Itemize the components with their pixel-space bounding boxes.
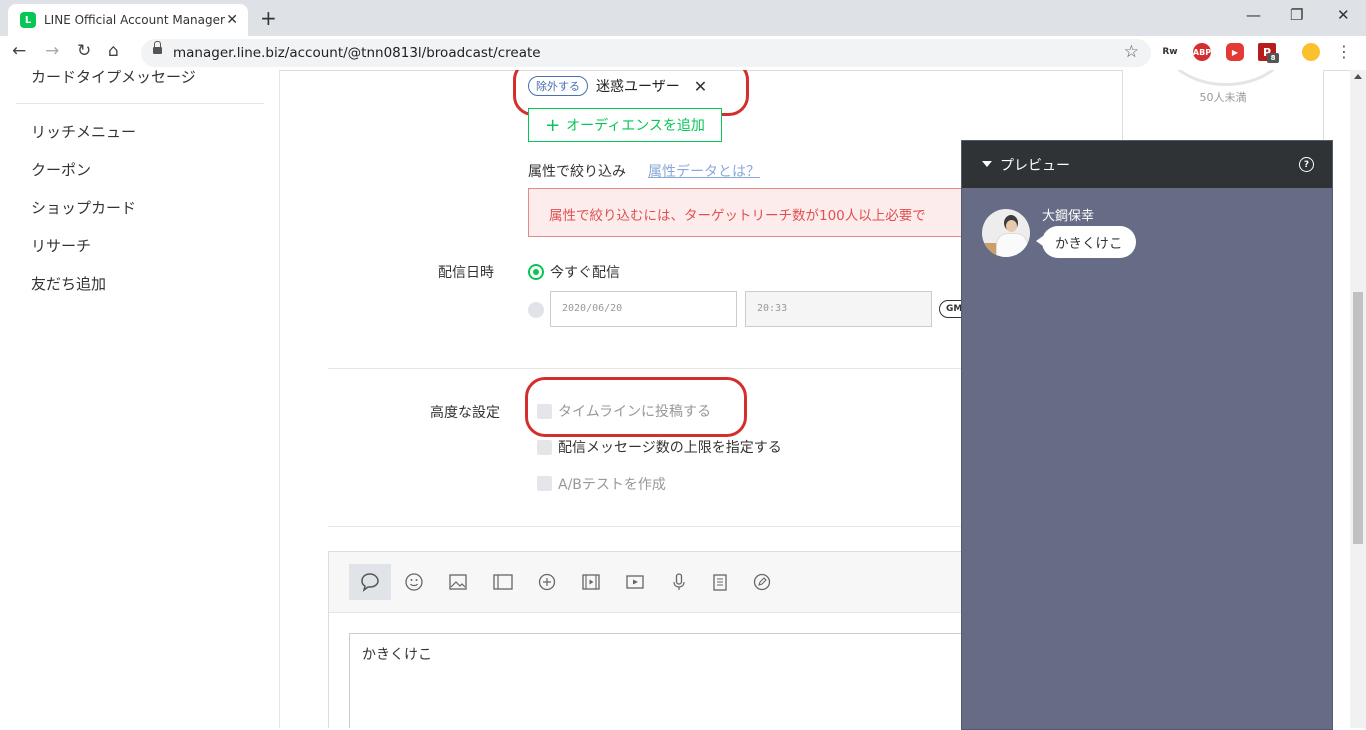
reach-text: 50人未満 <box>1199 91 1247 104</box>
url-text: manager.line.biz/account/@tnn0813l/broad… <box>173 45 541 61</box>
video-ext-icon[interactable]: ▶ <box>1226 43 1244 61</box>
browser-toolbar: ← → ↻ ⌂ manager.line.biz/account/@tnn081… <box>0 36 1366 71</box>
ab-test-label: A/Bテストを作成 <box>558 477 666 493</box>
back-icon[interactable]: ← <box>12 41 26 61</box>
message-limit-label: 配信メッセージ数の上限を指定する <box>558 440 782 456</box>
reach-gauge <box>1163 70 1289 86</box>
lock-icon <box>153 41 162 55</box>
forward-icon[interactable]: → <box>45 41 59 61</box>
attribute-data-link[interactable]: 属性データとは？ <box>648 161 760 181</box>
reach-stat-card: 50人未満 <box>1122 70 1324 141</box>
sidebar-divider <box>16 103 264 104</box>
message-limit-checkbox[interactable] <box>537 440 552 455</box>
voice-icon[interactable] <box>669 572 689 592</box>
p-ext-badge: 8 <box>1267 53 1279 63</box>
rich-message-icon[interactable] <box>752 572 772 592</box>
attribute-filter-label: 属性で絞り込み <box>528 164 626 180</box>
reload-icon[interactable]: ↻ <box>77 41 91 61</box>
reach-alert: 属性で絞り込むには、ターゲットリーチ数が100人以上必要で <box>528 188 968 237</box>
advanced-label: 高度な設定 <box>430 405 500 421</box>
home-icon[interactable]: ⌂ <box>108 41 119 61</box>
browser-tab[interactable]: L LINE Official Account Manager ✕ <box>8 4 248 36</box>
adblock-icon[interactable]: ABP <box>1193 43 1211 61</box>
send-now-label: 今すぐ配信 <box>550 265 620 281</box>
page-scrollbar[interactable] <box>1350 70 1366 728</box>
avatar <box>982 209 1030 257</box>
editor-toolbar <box>329 552 1007 613</box>
sidebar-item-card-message[interactable]: カードタイプメッセージ <box>31 70 196 87</box>
ab-test-checkbox[interactable] <box>537 476 552 491</box>
collapse-caret-icon[interactable] <box>982 161 992 167</box>
schedule-label: 配信日時 <box>438 265 494 281</box>
tab-title: LINE Official Account Manager <box>44 13 225 27</box>
message-textarea[interactable]: かきくけこ <box>349 633 989 728</box>
help-icon[interactable]: ? <box>1299 157 1314 172</box>
sidebar-item-add-friends[interactable]: 友だち追加 <box>31 273 106 294</box>
menu-kebab-icon[interactable]: ⋮ <box>1336 42 1352 61</box>
message-bubble: かきくけこ <box>1036 226 1136 258</box>
minimize-icon[interactable]: — <box>1246 6 1261 24</box>
sticker-icon[interactable] <box>404 572 424 592</box>
preview-header[interactable]: プレビュー ? <box>962 141 1332 188</box>
plus-icon: + <box>545 114 561 136</box>
rw-icon[interactable]: Rw <box>1161 43 1179 61</box>
add-audience-label: オーディエンスを追加 <box>566 118 705 134</box>
send-now-radio[interactable] <box>528 264 544 280</box>
sidebar-item-coupon[interactable]: クーポン <box>31 159 91 180</box>
date-input[interactable]: 2020/06/20 <box>550 291 737 327</box>
sidebar: カードタイプメッセージ リッチメニュー クーポン ショップカード リサーチ 友だ… <box>0 70 280 728</box>
preview-title: プレビュー <box>1000 158 1070 174</box>
video-icon[interactable] <box>625 572 645 592</box>
line-favicon-icon: L <box>20 12 36 28</box>
annotation-oval-timeline <box>525 377 747 437</box>
restore-icon[interactable]: ❐ <box>1290 6 1303 24</box>
profile-icon[interactable] <box>1302 43 1320 61</box>
sidebar-item-rich-menu[interactable]: リッチメニュー <box>31 121 136 142</box>
tab-close-icon[interactable]: ✕ <box>226 12 238 28</box>
section-divider-2 <box>328 526 1008 527</box>
add-audience-button[interactable]: + オーディエンスを追加 <box>528 108 722 142</box>
text-message-icon[interactable] <box>349 564 391 600</box>
section-divider <box>328 368 1008 369</box>
card-message-icon[interactable] <box>492 572 513 592</box>
address-bar[interactable]: manager.line.biz/account/@tnn0813l/broad… <box>141 39 1151 67</box>
scroll-up-icon[interactable] <box>1354 74 1362 79</box>
new-tab-icon[interactable]: + <box>260 6 277 30</box>
sender-name: 大鋼保幸 <box>1042 209 1095 224</box>
sidebar-item-research[interactable]: リサーチ <box>31 235 91 256</box>
preview-panel: プレビュー ? 大鋼保幸 かきくけこ <box>961 140 1333 730</box>
bookmark-star-icon[interactable]: ☆ <box>1124 42 1139 62</box>
image-icon[interactable] <box>448 572 468 592</box>
coupon-icon[interactable] <box>537 572 557 592</box>
scroll-thumb[interactable] <box>1353 292 1363 544</box>
sidebar-item-shop-card[interactable]: ショップカード <box>31 197 136 218</box>
time-input[interactable]: 20:33 <box>745 291 932 327</box>
browser-tab-strip: L LINE Official Account Manager ✕ + — ❐ … <box>0 0 1366 36</box>
survey-icon[interactable] <box>710 572 730 592</box>
message-editor: かきくけこ <box>328 551 1008 728</box>
window-close-icon[interactable]: ✕ <box>1337 6 1350 24</box>
scheduled-radio[interactable] <box>528 302 544 318</box>
rich-video-icon[interactable] <box>581 572 601 592</box>
